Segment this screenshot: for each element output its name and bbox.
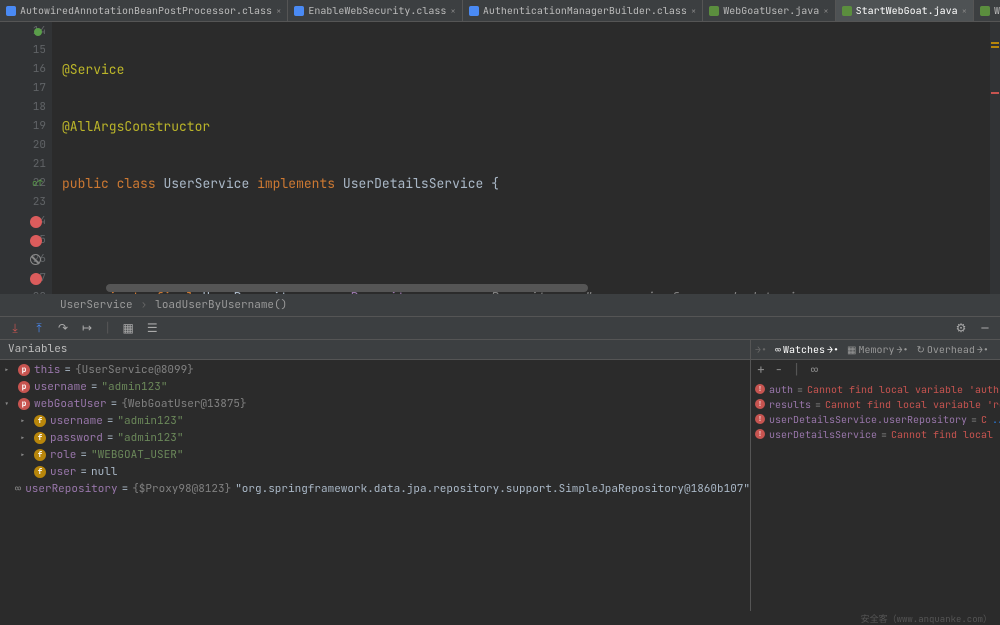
editor-tabs: AutowiredAnnotationBeanPostProcessor.cla…	[0, 0, 1000, 22]
close-icon[interactable]: ×	[276, 5, 281, 17]
error-stripe[interactable]	[990, 22, 1000, 294]
variable-row[interactable]: ▸fusername = "admin123"	[0, 413, 750, 430]
breakpoint-icon[interactable]	[30, 273, 42, 285]
watches-panel: →• ∞ Watches →• ▦ Memory →• ↻ Overhead →…	[750, 340, 1000, 612]
java-icon	[842, 6, 852, 16]
watch-toolbar: + − | ∞	[751, 360, 1000, 380]
breadcrumb[interactable]: UserService › loadUserByUsername()	[0, 294, 1000, 316]
breakpoint-icon[interactable]	[30, 216, 42, 228]
watch-row[interactable]: !auth = Cannot find local variable 'auth…	[755, 382, 996, 397]
add-watch-icon[interactable]: +	[757, 361, 765, 378]
step-over-icon[interactable]: ⤓	[8, 321, 22, 335]
variables-header: Variables	[0, 340, 750, 360]
tab-0[interactable]: AutowiredAnnotationBeanPostProcessor.cla…	[0, 0, 288, 21]
close-icon[interactable]: ×	[962, 5, 967, 17]
crumb-method[interactable]: loadUserByUsername()	[155, 298, 287, 312]
code-area[interactable]: @Service @AllArgsConstructor public clas…	[52, 22, 990, 294]
variable-row[interactable]: ∞userRepository = {$Proxy98@8123} "org.s…	[0, 481, 750, 498]
gutter[interactable]: 14 15 16 17 18 19 20 21 22o↑ 23 24 25 26…	[0, 22, 52, 294]
run-to-cursor-icon[interactable]: ↦	[80, 321, 94, 335]
no-entry-icon[interactable]	[30, 254, 41, 265]
watch-row[interactable]: !userDetailsService.userRepository = C .…	[755, 412, 996, 427]
evaluate-icon[interactable]: ▦	[121, 321, 135, 335]
watch-row[interactable]: !userDetailsService = Cannot find local …	[755, 427, 996, 442]
horizontal-scrollbar[interactable]	[106, 284, 982, 292]
tab-2[interactable]: AuthenticationManagerBuilder.class×	[463, 0, 703, 21]
code-editor[interactable]: 14 15 16 17 18 19 20 21 22o↑ 23 24 25 26…	[0, 22, 1000, 294]
tab-3[interactable]: WebGoatUser.java×	[703, 0, 835, 21]
close-icon[interactable]: ×	[691, 5, 696, 17]
close-icon[interactable]: ×	[450, 5, 455, 17]
class-icon	[469, 6, 479, 16]
crumb-class[interactable]: UserService	[60, 298, 133, 312]
java-icon	[980, 6, 990, 16]
watches-list[interactable]: !auth = Cannot find local variable 'auth…	[751, 380, 1000, 612]
variable-row[interactable]: pusername = "admin123"	[0, 379, 750, 396]
step-out-icon[interactable]: ↷	[56, 321, 70, 335]
variables-panel: Variables ▸pthis = {UserService@8099}pus…	[0, 340, 750, 612]
watch-row[interactable]: !results = Cannot find local variable 'r…	[755, 397, 996, 412]
gear-icon[interactable]: ⚙	[954, 321, 968, 335]
service-icon	[34, 28, 42, 36]
variable-row[interactable]: ▸frole = "WEBGOAT_USER"	[0, 447, 750, 464]
tab-5[interactable]: WebGoat.java×	[974, 0, 1000, 21]
close-icon[interactable]: ×	[823, 5, 828, 17]
tab-1[interactable]: EnableWebSecurity.class×	[288, 0, 462, 21]
variable-row[interactable]: ▾pwebGoatUser = {WebGoatUser@13875}	[0, 396, 750, 413]
breakpoint-icon[interactable]	[30, 235, 42, 247]
variable-row[interactable]: ▸pthis = {UserService@8099}	[0, 362, 750, 379]
variables-tree[interactable]: ▸pthis = {UserService@8099}pusername = "…	[0, 360, 750, 612]
java-icon	[709, 6, 719, 16]
step-into-icon[interactable]: ⤒	[32, 321, 46, 335]
footer-watermark: 安全客（www.anquanke.com）	[0, 611, 1000, 625]
tab-4[interactable]: StartWebGoat.java×	[836, 0, 974, 21]
debug-panel: Variables ▸pthis = {UserService@8099}pus…	[0, 340, 1000, 612]
variable-row[interactable]: ▸fpassword = "admin123"	[0, 430, 750, 447]
class-icon	[6, 6, 16, 16]
remove-watch-icon[interactable]: −	[775, 361, 783, 378]
frames-icon[interactable]: ☰	[145, 321, 159, 335]
variable-row[interactable]: fuser = null	[0, 464, 750, 481]
tab-memory[interactable]: ▦ Memory →•	[847, 343, 908, 356]
debug-toolbar: ⤓ ⤒ ↷ ↦ | ▦ ☰ ⚙ —	[0, 316, 1000, 340]
link-icon[interactable]: ∞	[810, 361, 818, 378]
class-icon	[294, 6, 304, 16]
override-icon[interactable]: o↑	[32, 174, 43, 193]
minimize-icon[interactable]: —	[978, 321, 992, 335]
tab-watches[interactable]: ∞ Watches →•	[775, 343, 839, 356]
chevron-right-icon: ›	[141, 298, 148, 312]
tab-overhead[interactable]: ↻ Overhead →•	[916, 343, 988, 356]
watch-tabs: →• ∞ Watches →• ▦ Memory →• ↻ Overhead →…	[751, 340, 1000, 360]
